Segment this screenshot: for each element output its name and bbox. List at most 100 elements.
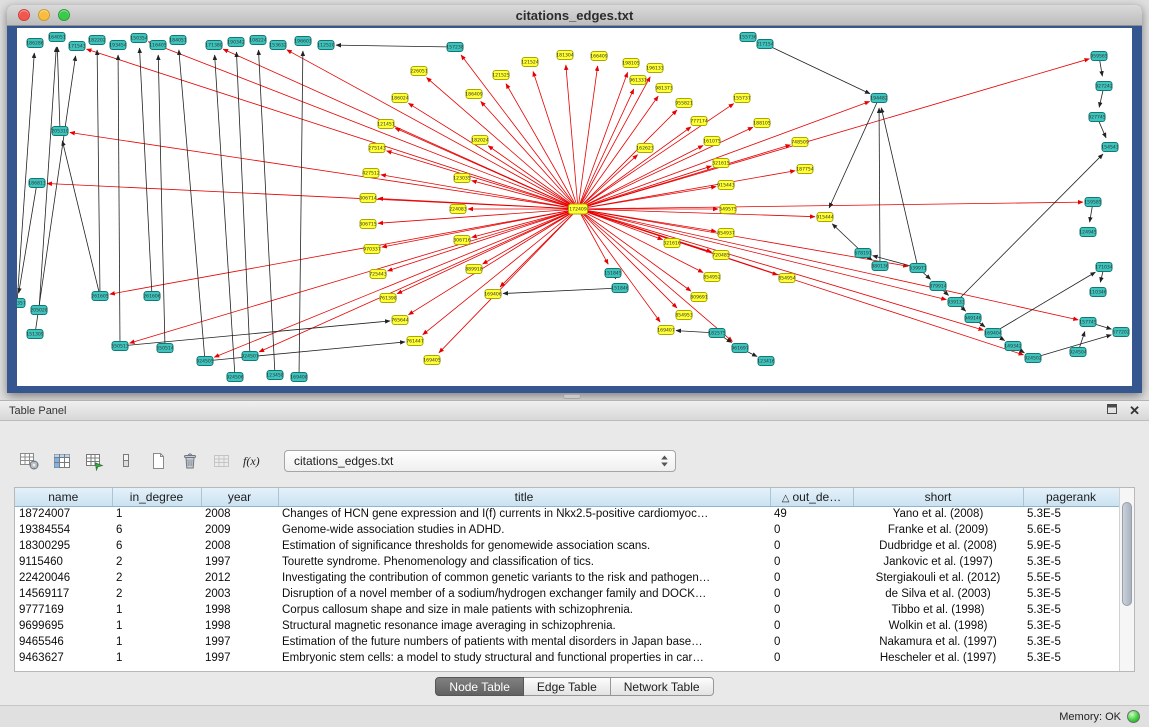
network-node[interactable]: 924507: [241, 352, 259, 361]
network-node[interactable]: 190342: [227, 38, 245, 47]
network-node[interactable]: 761447: [406, 337, 424, 346]
network-node[interactable]: 949146: [964, 314, 982, 323]
cell-title[interactable]: Investigating the contribution of common…: [278, 570, 770, 586]
network-node[interactable]: 880136: [871, 262, 889, 271]
network-node[interactable]: 939133: [947, 298, 965, 307]
citation-edge-black[interactable]: [215, 55, 235, 377]
cell-title[interactable]: Disruption of a novel member of a sodium…: [278, 586, 770, 602]
network-canvas[interactable]: 1862861640511715431822021934541503541164…: [17, 28, 1132, 386]
network-node[interactable]: 186286: [26, 39, 44, 48]
cell-short[interactable]: Yano et al. (2008): [853, 506, 1023, 522]
tab-edge-table[interactable]: Edge Table: [524, 677, 611, 696]
network-node[interactable]: 159585: [1084, 198, 1102, 207]
cell-short[interactable]: Tibbo et al. (1998): [853, 602, 1023, 618]
table-disabled-icon[interactable]: [208, 448, 235, 474]
network-node[interactable]: 927242: [1095, 82, 1113, 91]
table-columns-icon[interactable]: [48, 448, 75, 474]
network-node[interactable]: 198105: [622, 59, 640, 68]
network-selector-dropdown[interactable]: citations_edges.txt: [284, 450, 676, 472]
citation-edge-black[interactable]: [205, 342, 405, 361]
panel-splitter[interactable]: [0, 393, 1149, 400]
citation-edge-red[interactable]: [488, 146, 578, 209]
network-node[interactable]: 196603: [294, 37, 312, 46]
network-node[interactable]: 981373: [655, 84, 673, 93]
network-node[interactable]: 157745: [1079, 318, 1097, 327]
cell-pagerank[interactable]: 5.3E-5: [1023, 650, 1119, 666]
cell-out_degree[interactable]: 49: [770, 506, 853, 522]
citation-edge-red[interactable]: [578, 104, 734, 209]
citation-edge-red[interactable]: [578, 127, 691, 209]
network-hub-node[interactable]: 172409: [569, 204, 588, 214]
citation-edge-red[interactable]: [578, 209, 663, 240]
rows-icon[interactable]: [112, 448, 139, 474]
network-node[interactable]: 110346: [1089, 288, 1107, 297]
citation-edge-red[interactable]: [578, 59, 1089, 209]
citation-edge-red[interactable]: [578, 209, 1078, 320]
network-node[interactable]: 181304: [556, 51, 574, 60]
network-node[interactable]: 550514: [156, 344, 174, 353]
network-node[interactable]: 915444: [816, 213, 834, 222]
citation-edge-black[interactable]: [879, 108, 880, 266]
network-node[interactable]: 306716: [453, 236, 471, 245]
network-node[interactable]: 149342: [1004, 342, 1022, 351]
network-node[interactable]: 924502: [1024, 354, 1042, 363]
cell-short[interactable]: Wolkin et al. (1998): [853, 618, 1023, 634]
network-node[interactable]: 186813: [28, 179, 46, 188]
network-node[interactable]: 171543: [68, 42, 86, 51]
network-node[interactable]: 150354: [130, 34, 148, 43]
citation-edge-red[interactable]: [214, 209, 578, 357]
network-node[interactable]: 116405: [149, 41, 167, 50]
column-header-title[interactable]: title: [278, 488, 770, 506]
cell-in_degree[interactable]: 1: [112, 634, 201, 650]
cell-year[interactable]: 2003: [201, 586, 278, 602]
network-node[interactable]: 188105: [753, 119, 771, 128]
cell-title[interactable]: Changes of HCN gene expression and I(f) …: [278, 506, 770, 522]
cell-year[interactable]: 2012: [201, 570, 278, 586]
network-node[interactable]: 184051: [169, 36, 187, 45]
network-node[interactable]: 205028: [30, 306, 48, 315]
cell-pagerank[interactable]: 5.5E-5: [1023, 570, 1119, 586]
new-file-icon[interactable]: [144, 448, 171, 474]
network-node[interactable]: 761398: [379, 294, 397, 303]
cell-year[interactable]: 1998: [201, 602, 278, 618]
cell-name[interactable]: 22420046: [15, 570, 112, 586]
cell-out_degree[interactable]: 0: [770, 538, 853, 554]
network-node[interactable]: 224083: [449, 205, 467, 214]
citation-edge-black[interactable]: [829, 98, 879, 208]
cell-in_degree[interactable]: 1: [112, 602, 201, 618]
column-header-out_degree[interactable]: △out_de…: [770, 488, 853, 506]
network-node[interactable]: 155736: [739, 33, 757, 42]
citation-edge-red[interactable]: [578, 209, 1023, 355]
citation-edge-red[interactable]: [259, 209, 578, 352]
network-node[interactable]: 153632: [269, 41, 287, 50]
network-node[interactable]: 275143: [368, 144, 386, 153]
close-panel-icon[interactable]: ✕: [1129, 405, 1140, 417]
citation-edge-red[interactable]: [423, 209, 578, 335]
network-node[interactable]: 151309: [26, 330, 44, 339]
network-node[interactable]: 879914: [929, 282, 947, 291]
minimize-window-icon[interactable]: [38, 9, 50, 21]
cell-pagerank[interactable]: 5.3E-5: [1023, 554, 1119, 570]
float-panel-icon[interactable]: [1106, 403, 1118, 418]
cell-title[interactable]: Genome-wide association studies in ADHD.: [278, 522, 770, 538]
citation-edge-black[interactable]: [765, 44, 870, 94]
cell-short[interactable]: Franke et al. (2009): [853, 522, 1023, 538]
network-node[interactable]: 226051: [410, 67, 428, 76]
citation-edge-black[interactable]: [179, 50, 205, 361]
citation-edge-black[interactable]: [120, 321, 390, 346]
network-node[interactable]: 112520: [317, 41, 335, 50]
network-node[interactable]: 321615: [712, 159, 730, 168]
cell-name[interactable]: 19384554: [15, 522, 112, 538]
table-row[interactable]: 911546021997Tourette syndrome. Phenomeno…: [15, 554, 1119, 570]
trash-icon[interactable]: [176, 448, 203, 474]
cell-short[interactable]: Hescheler et al. (1997): [853, 650, 1023, 666]
network-node[interactable]: 171034: [1095, 263, 1113, 272]
citation-edge-red[interactable]: [578, 72, 628, 209]
network-node[interactable]: 123416: [757, 357, 775, 366]
network-node[interactable]: 321616: [663, 239, 681, 248]
column-header-pagerank[interactable]: pagerank: [1023, 488, 1119, 506]
cell-name[interactable]: 18724007: [15, 506, 112, 522]
column-header-short[interactable]: short: [853, 488, 1023, 506]
table-row[interactable]: 969969511998Structural magnetic resonanc…: [15, 618, 1119, 634]
close-window-icon[interactable]: [18, 9, 30, 21]
